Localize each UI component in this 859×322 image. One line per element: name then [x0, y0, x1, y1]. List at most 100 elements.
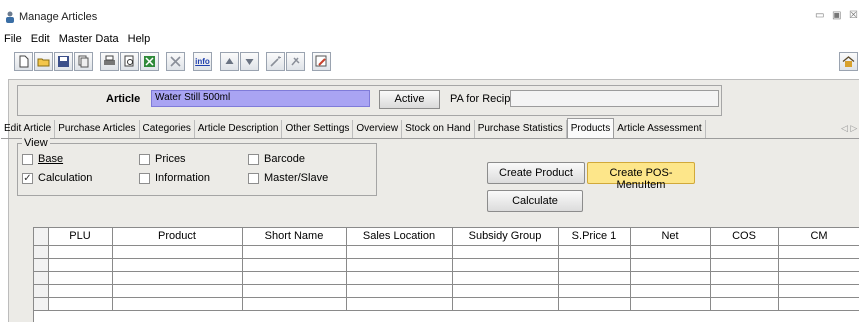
checkbox-box[interactable]: ✓ — [22, 172, 33, 184]
table-cell[interactable] — [346, 258, 453, 272]
table-cell[interactable] — [48, 245, 113, 259]
table-cell[interactable] — [346, 245, 453, 259]
table-cell[interactable] — [346, 271, 453, 285]
export-excel-icon[interactable] — [140, 52, 159, 71]
table-cell[interactable] — [778, 297, 859, 311]
table-row[interactable] — [34, 297, 859, 311]
tab-products[interactable]: Products — [566, 118, 615, 138]
table-cell[interactable] — [558, 271, 631, 285]
table-cell[interactable] — [112, 284, 243, 298]
table-cell[interactable] — [630, 297, 711, 311]
checkbox-box[interactable] — [139, 153, 150, 165]
table-cell[interactable] — [630, 271, 711, 285]
checkbox-calculation[interactable]: ✓ Calculation — [22, 172, 92, 184]
table-cell[interactable] — [112, 245, 243, 259]
active-button[interactable]: Active — [379, 90, 440, 109]
tab-scroll-arrows-icon[interactable]: ◁ ▷ — [841, 123, 857, 134]
col-header-sales-location[interactable]: Sales Location — [346, 228, 453, 246]
table-cell[interactable] — [242, 284, 347, 298]
new-document-icon[interactable] — [14, 52, 33, 71]
copy-icon[interactable] — [74, 52, 93, 71]
checkbox-prices[interactable]: Prices — [139, 153, 186, 165]
minimize-icon[interactable]: ▭ — [815, 10, 824, 21]
table-cell[interactable] — [48, 284, 113, 298]
table-cell[interactable] — [778, 271, 859, 285]
table-cell[interactable] — [558, 258, 631, 272]
row-header-cell[interactable] — [34, 297, 49, 311]
tools-icon[interactable] — [286, 52, 305, 71]
table-cell[interactable] — [778, 245, 859, 259]
col-header-subsidy-group[interactable]: Subsidy Group — [452, 228, 559, 246]
table-cell[interactable] — [452, 271, 559, 285]
table-cell[interactable] — [452, 297, 559, 311]
table-row[interactable] — [34, 245, 859, 259]
checkbox-box[interactable] — [22, 153, 33, 165]
table-cell[interactable] — [112, 258, 243, 272]
tab-article-assessment[interactable]: Article Assessment — [614, 120, 706, 138]
article-field[interactable]: Water Still 500ml — [151, 90, 370, 107]
pa-for-recipe-field[interactable] — [510, 90, 719, 107]
table-cell[interactable] — [630, 258, 711, 272]
delete-icon[interactable] — [166, 52, 185, 71]
info-icon[interactable]: info — [193, 52, 212, 71]
table-cell[interactable] — [48, 271, 113, 285]
row-header-cell[interactable] — [34, 271, 49, 285]
col-header-cm[interactable]: CM — [778, 228, 859, 246]
table-row[interactable] — [34, 271, 859, 285]
tab-overview[interactable]: Overview — [353, 120, 403, 138]
home-icon[interactable] — [839, 52, 858, 71]
menu-file[interactable]: File — [0, 32, 27, 50]
print-icon[interactable] — [100, 52, 119, 71]
checkbox-box[interactable] — [139, 172, 150, 184]
print-preview-icon[interactable] — [120, 52, 139, 71]
table-cell[interactable] — [710, 297, 779, 311]
tab-purchase-statistics[interactable]: Purchase Statistics — [475, 120, 567, 138]
menu-master-data[interactable]: Master Data — [55, 32, 124, 50]
arrow-up-icon[interactable] — [220, 52, 239, 71]
row-header-cell[interactable] — [34, 245, 49, 259]
table-cell[interactable] — [710, 284, 779, 298]
table-cell[interactable] — [630, 245, 711, 259]
table-cell[interactable] — [778, 284, 859, 298]
checkbox-information[interactable]: Information — [139, 172, 210, 184]
table-cell[interactable] — [710, 245, 779, 259]
table-cell[interactable] — [452, 258, 559, 272]
table-cell[interactable] — [242, 258, 347, 272]
tab-other-settings[interactable]: Other Settings — [282, 120, 354, 138]
magic-wand-icon[interactable] — [266, 52, 285, 71]
table-row[interactable] — [34, 258, 859, 272]
tab-article-description[interactable]: Article Description — [195, 120, 283, 138]
table-cell[interactable] — [452, 284, 559, 298]
menu-edit[interactable]: Edit — [27, 32, 55, 50]
tab-edit-article[interactable]: Edit Article — [1, 120, 56, 138]
row-header-cell[interactable] — [34, 284, 49, 298]
table-cell[interactable] — [630, 284, 711, 298]
restore-icon[interactable]: ▣ — [832, 10, 841, 21]
col-header-net[interactable]: Net — [630, 228, 711, 246]
checkbox-box[interactable] — [248, 172, 259, 184]
create-product-button[interactable]: Create Product — [487, 162, 585, 184]
table-cell[interactable] — [346, 297, 453, 311]
table-cell[interactable] — [346, 284, 453, 298]
col-header-short-name[interactable]: Short Name — [242, 228, 347, 246]
table-cell[interactable] — [48, 258, 113, 272]
table-cell[interactable] — [558, 245, 631, 259]
checkbox-box[interactable] — [248, 153, 259, 165]
create-pos-menuitem-button[interactable]: Create POS-MenuItem — [587, 162, 695, 191]
table-cell[interactable] — [112, 297, 243, 311]
table-row[interactable] — [34, 284, 859, 298]
table-cell[interactable] — [558, 297, 631, 311]
table-cell[interactable] — [48, 297, 113, 311]
col-header-cos[interactable]: COS — [710, 228, 779, 246]
arrow-down-icon[interactable] — [240, 52, 259, 71]
tab-purchase-articles[interactable]: Purchase Articles — [55, 120, 140, 138]
table-cell[interactable] — [242, 245, 347, 259]
table-cell[interactable] — [778, 258, 859, 272]
save-icon[interactable] — [54, 52, 73, 71]
table-cell[interactable] — [452, 245, 559, 259]
table-cell[interactable] — [112, 271, 243, 285]
col-header-product[interactable]: Product — [112, 228, 243, 246]
table-cell[interactable] — [558, 284, 631, 298]
checkbox-barcode[interactable]: Barcode — [248, 153, 305, 165]
open-folder-icon[interactable] — [34, 52, 53, 71]
